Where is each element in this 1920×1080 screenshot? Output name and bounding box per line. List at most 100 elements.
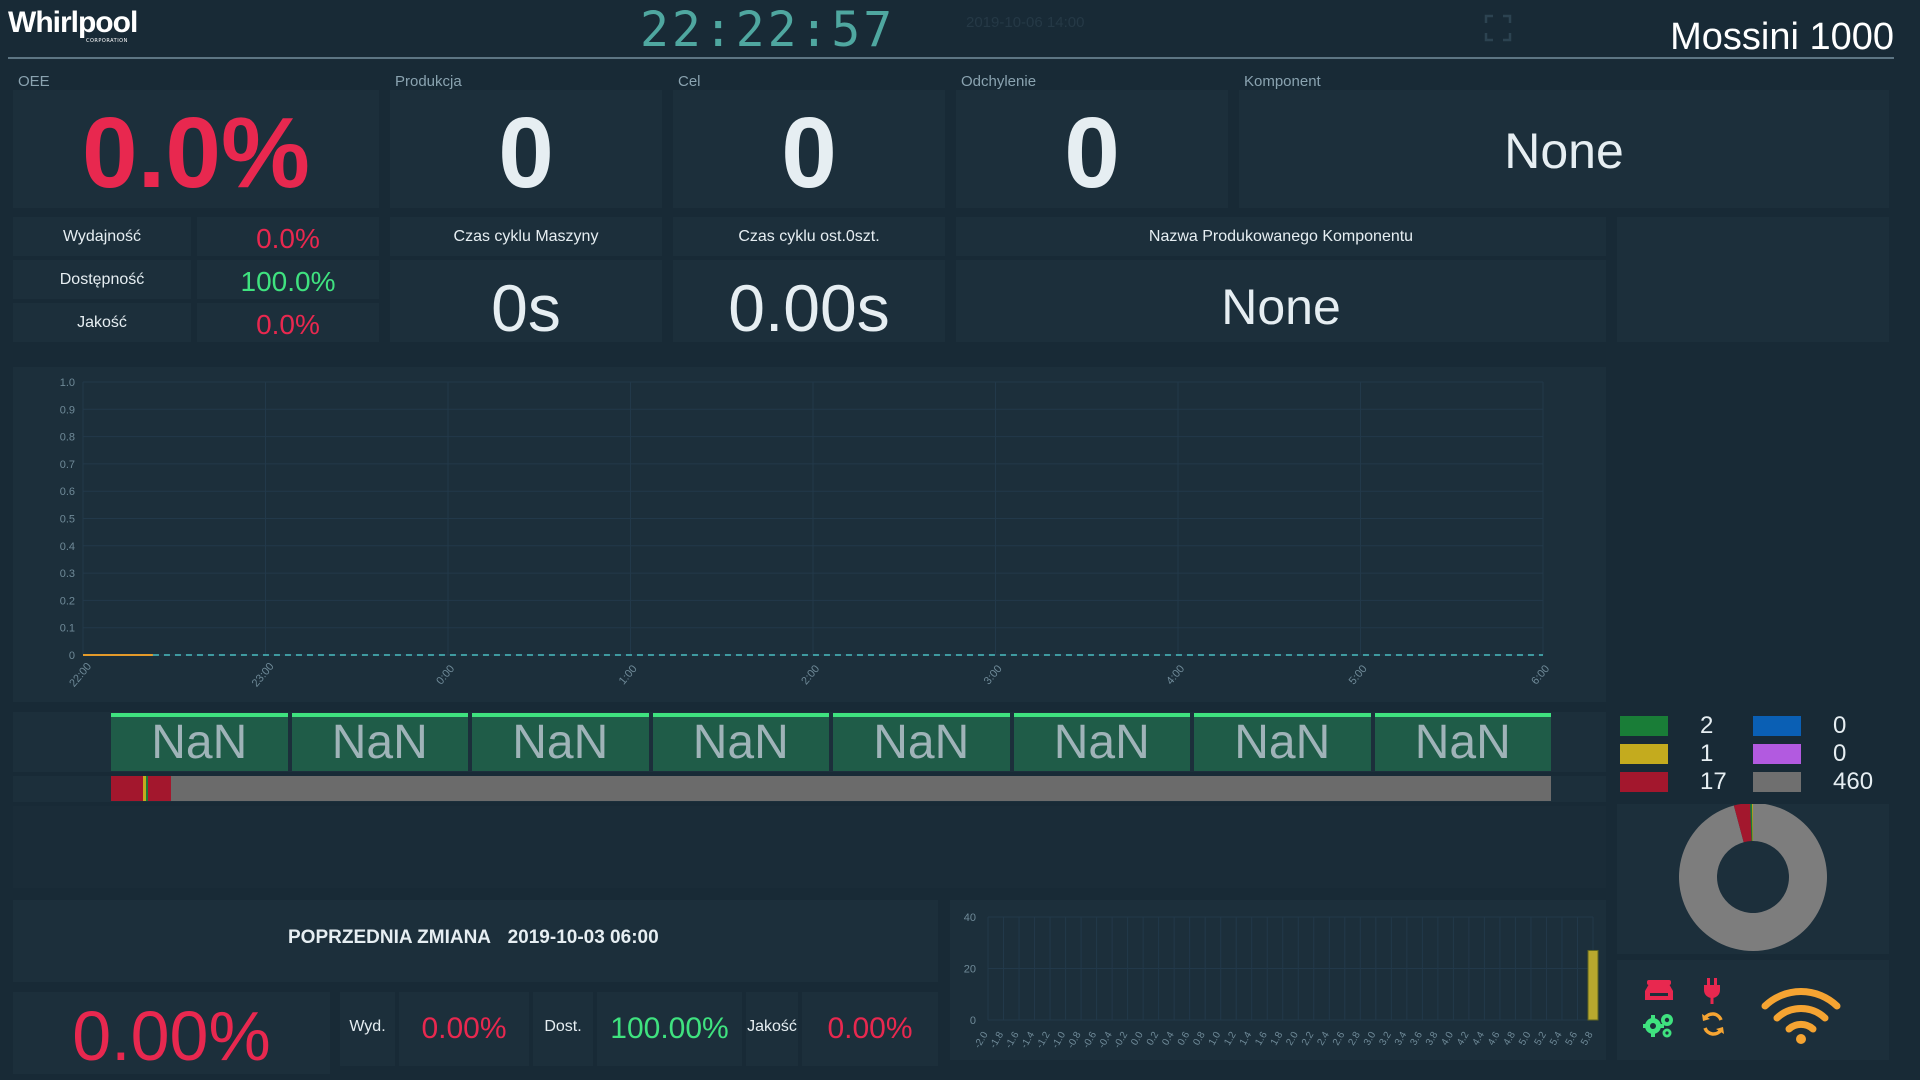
x-tick-label: 5.6 bbox=[1564, 1030, 1581, 1048]
jakosc-prev-label: Jakość bbox=[747, 1018, 797, 1035]
x-tick-label: 2.6 bbox=[1331, 1030, 1348, 1048]
x-tick-label: 3:00 bbox=[982, 663, 1005, 687]
x-tick-label: 1.0 bbox=[1207, 1030, 1224, 1048]
produkcja-panel: 0 bbox=[390, 90, 662, 209]
x-tick-label: 1.2 bbox=[1222, 1030, 1239, 1048]
x-tick-label: 5.4 bbox=[1548, 1030, 1565, 1048]
machine-cycle-label: Czas cyklu Maszyny bbox=[453, 228, 599, 245]
dost-label: Dost. bbox=[544, 1018, 582, 1035]
last-cycle-header: Czas cyklu ost.0szt. bbox=[673, 217, 945, 256]
komponent-panel: None bbox=[1239, 90, 1889, 208]
jakosc-label-cell: Jakość bbox=[13, 303, 191, 342]
side-blank-panel bbox=[1617, 217, 1889, 342]
oee-caption: OEE bbox=[18, 73, 50, 90]
x-tick-label: 0.6 bbox=[1176, 1030, 1193, 1048]
x-tick-label: 2.2 bbox=[1300, 1030, 1317, 1048]
shift-time: 2019-10-06 14:00 bbox=[966, 14, 1085, 31]
status-donut-chart bbox=[1679, 804, 1827, 951]
y-tick-label: 0.8 bbox=[60, 432, 75, 444]
odchylenie-value: 0 bbox=[1064, 97, 1120, 209]
komponent-caption: Komponent bbox=[1244, 73, 1321, 90]
x-tick-label: -0.2 bbox=[1112, 1030, 1130, 1051]
clock: 22:22:57 bbox=[640, 2, 896, 58]
x-tick-label: -0.6 bbox=[1081, 1030, 1099, 1051]
jakosc-label: Jakość bbox=[77, 314, 127, 331]
dostepnosc-value: 100.0% bbox=[240, 266, 336, 297]
component-name-header: Nazwa Produkowanego Komponentu bbox=[956, 217, 1606, 256]
y-tick-label: 0.7 bbox=[60, 459, 75, 471]
last-cycle-value: 0.00s bbox=[728, 271, 890, 345]
previous-shift-header: POPRZEDNIA ZMIANA 2019-10-03 06:00 bbox=[13, 900, 938, 982]
x-tick-label: 3.2 bbox=[1377, 1030, 1394, 1048]
jakosc-value-cell: 0.0% bbox=[197, 303, 379, 342]
cel-panel: 0 bbox=[673, 90, 945, 209]
x-tick-label: 0.2 bbox=[1145, 1030, 1162, 1048]
x-tick-label: 1:00 bbox=[617, 663, 640, 687]
hour-blocks: NaN NaN NaN NaN NaN NaN NaN NaN bbox=[111, 713, 1551, 771]
status-icons-panel bbox=[1617, 960, 1889, 1060]
x-tick-label: 2.0 bbox=[1284, 1030, 1301, 1048]
wydajnosc-label: Wydajność bbox=[62, 228, 142, 245]
last-cycle-label: Czas cyklu ost.0szt. bbox=[738, 228, 880, 245]
timeline-segment bbox=[171, 776, 1551, 801]
x-tick-label: -2.0 bbox=[972, 1030, 990, 1051]
cel-value: 0 bbox=[781, 97, 837, 209]
x-tick-label: 4.2 bbox=[1455, 1030, 1472, 1048]
hour-block: NaN bbox=[1374, 713, 1551, 771]
x-tick-label: 2.4 bbox=[1315, 1030, 1332, 1048]
x-tick-label: 5.8 bbox=[1579, 1030, 1596, 1048]
timeline-segment bbox=[111, 776, 143, 801]
timeline-row bbox=[13, 776, 1606, 802]
x-tick-label: 1.8 bbox=[1269, 1030, 1286, 1048]
previous-oee-panel: 0.00% bbox=[13, 992, 330, 1075]
legend-value: 460 bbox=[1833, 768, 1874, 795]
legend-swatch bbox=[1753, 744, 1801, 764]
y-tick-label: 0 bbox=[970, 1015, 976, 1027]
production-line-chart: 1.0 0.9 0.8 0.7 0.6 0.5 0.4 0.3 0.2 0.1 022:00 23:0… bbox=[60, 377, 1552, 690]
y-tick-label: 0.5 bbox=[60, 514, 75, 526]
hour-block: NaN bbox=[291, 713, 468, 771]
x-tick-label: 23:00 bbox=[250, 661, 277, 690]
odchylenie-caption: Odchylenie bbox=[961, 73, 1037, 90]
legend-swatch bbox=[1753, 772, 1801, 792]
jakosc-value: 0.0% bbox=[256, 309, 320, 340]
hour-block: NaN bbox=[833, 713, 1010, 771]
x-tick-label: -1.6 bbox=[1003, 1030, 1021, 1051]
hour-blocks-row: NaN NaN NaN NaN NaN NaN NaN NaN bbox=[13, 712, 1606, 772]
wyd-value-cell: 0.00% bbox=[399, 992, 529, 1066]
previous-oee-value: 0.00% bbox=[72, 997, 271, 1075]
component-name-value: None bbox=[1221, 279, 1341, 335]
fullscreen-icon[interactable] bbox=[1484, 14, 1512, 42]
x-tick-label: 0.8 bbox=[1191, 1030, 1208, 1048]
wydajnosc-value: 0.0% bbox=[256, 223, 320, 254]
legend-value: 0 bbox=[1833, 712, 1847, 739]
timeline-segment bbox=[148, 776, 172, 801]
x-tick-label: 0:00 bbox=[434, 663, 457, 687]
logo: Whirlpool CORPORATION bbox=[8, 6, 138, 50]
jakosc-prev-label-cell: Jakość bbox=[746, 992, 798, 1066]
cel-caption: Cel bbox=[678, 73, 701, 90]
logo-subtext: CORPORATION bbox=[86, 38, 128, 44]
wyd-label-cell: Wyd. bbox=[340, 992, 395, 1066]
hour-block-value: NaN bbox=[1053, 716, 1150, 769]
hour-block-value: NaN bbox=[873, 716, 970, 769]
histogram-panel: 40 20 0 -2.0 -1.8 -1.6 -1.4 -1.2 -1.0 -0.8 -0.6 -0.… bbox=[950, 900, 1606, 1060]
legend-value: 0 bbox=[1833, 740, 1847, 767]
y-tick-label: 0.1 bbox=[60, 623, 75, 635]
legend-swatch bbox=[1620, 772, 1668, 792]
hour-block: NaN bbox=[111, 713, 288, 771]
hour-block: NaN bbox=[1013, 713, 1190, 771]
hour-block-value: NaN bbox=[151, 716, 248, 769]
status-legend: 2 0 1 0 17 460 bbox=[1620, 712, 1890, 802]
wyd-label: Wyd. bbox=[349, 1018, 386, 1035]
previous-shift-title: POPRZEDNIA ZMIANA 2019-10-03 06:00 bbox=[288, 927, 659, 949]
hour-block: NaN bbox=[1194, 713, 1371, 771]
x-tick-label: 22:00 bbox=[67, 661, 94, 690]
x-tick-label: -1.8 bbox=[988, 1030, 1006, 1051]
dost-label-cell: Dost. bbox=[533, 992, 593, 1066]
x-tick-label: 4:00 bbox=[1164, 663, 1187, 687]
x-tick-label: 6:00 bbox=[1529, 663, 1552, 687]
y-tick-label: 1.0 bbox=[60, 377, 75, 389]
dostepnosc-value-cell: 100.0% bbox=[197, 260, 379, 299]
donut-panel bbox=[1617, 804, 1889, 954]
